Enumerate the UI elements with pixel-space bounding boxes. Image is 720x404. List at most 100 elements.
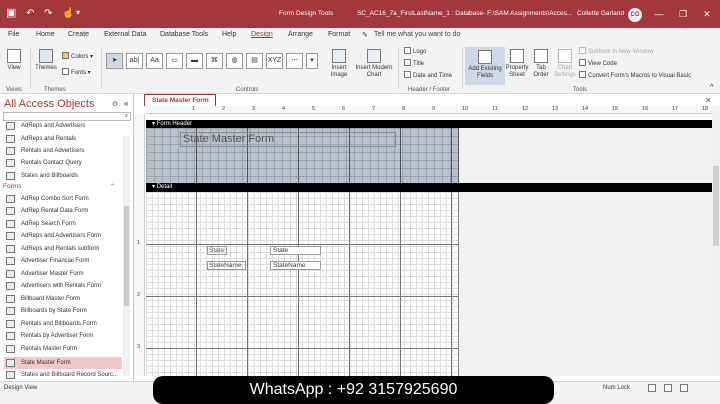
state-textbox[interactable]: State [270, 246, 321, 255]
navigation-control-icon[interactable]: ▤ [246, 53, 263, 69]
statename-textbox[interactable]: StateName [270, 261, 321, 270]
list-item[interactable]: Advertisers with Rentals Form [4, 280, 122, 292]
hyperlink-control-icon[interactable]: ⌘ [206, 53, 223, 69]
list-item[interactable]: Advertiser Financial Form [4, 255, 122, 267]
list-item[interactable]: AdReps and Rentals [4, 133, 122, 145]
tab-external-data[interactable]: External Data [104, 31, 146, 38]
list-item[interactable]: AdReps and Rentals subform [4, 243, 122, 255]
fields-icon [478, 50, 492, 64]
query-icon [6, 122, 15, 130]
nav-title[interactable]: All Access Objects [4, 98, 94, 110]
horizontal-ruler[interactable]: 1 2 3 4 5 6 7 8 9 10 11 12 13 14 15 16 17 18 [146, 106, 716, 114]
select-pointer-icon[interactable]: ➤ [106, 53, 123, 69]
button-control-icon[interactable]: ▭ [166, 53, 183, 69]
date-time-button[interactable]: Date and Time [404, 71, 452, 80]
list-item[interactable]: AdReps and Advertisers [4, 120, 122, 132]
tab-help[interactable]: Help [222, 31, 236, 38]
list-item[interactable]: AdRep Rental Data Form [4, 205, 122, 217]
insert-image-button[interactable]: Insert Image [326, 49, 352, 79]
tab-order-button[interactable]: Tab Order [530, 49, 552, 79]
tab-arrange[interactable]: Arrange [288, 31, 313, 38]
nav-scrollbar[interactable] [123, 136, 130, 376]
list-item[interactable]: Rentals by Advertiser Form [4, 330, 122, 342]
collapse-group-icon[interactable]: ⌃ [110, 183, 115, 190]
page-break-control-icon[interactable]: ⋯ [286, 53, 303, 69]
chart-settings-button[interactable]: Chart Settings [553, 49, 577, 79]
tab-format[interactable]: Format [328, 31, 350, 38]
touch-mode-icon[interactable]: ☝ [62, 8, 74, 19]
vertical-scrollbar[interactable] [712, 106, 720, 376]
property-sheet-button[interactable]: Property Sheet [505, 49, 529, 79]
save-icon[interactable]: ▣ [6, 6, 16, 19]
tab-database-tools[interactable]: Database Tools [160, 31, 208, 38]
form-header-bar[interactable]: ▾ Form Header [146, 120, 712, 128]
vertical-scroll-thumb[interactable] [713, 166, 719, 246]
fonts-button[interactable]: Fonts ▾ [62, 68, 91, 77]
nav-scroll-thumb[interactable] [124, 206, 129, 306]
design-background [459, 128, 712, 376]
option-group-control-icon[interactable]: XYZ [266, 53, 283, 69]
document-tab[interactable]: State Master Form [144, 94, 216, 106]
list-item[interactable]: Rentals Master Form [4, 343, 122, 355]
tab-create[interactable]: Create [68, 31, 89, 38]
tell-me-search[interactable]: Tell me what you want to do [374, 31, 460, 38]
close-icon[interactable]: ✕ [700, 7, 714, 21]
design-view-icon[interactable] [680, 384, 688, 392]
tab-home[interactable]: Home [36, 31, 55, 38]
label-control-icon[interactable]: ab| [126, 53, 143, 69]
list-item[interactable]: Rentals and Advertisers [4, 145, 122, 157]
list-item-selected[interactable]: State Master Form [4, 357, 122, 369]
redo-icon[interactable]: ↷ [44, 8, 52, 19]
list-item[interactable]: AdRep Combo Sort Form [4, 193, 122, 205]
list-item[interactable]: Advertiser Master Form [4, 268, 122, 280]
controls-gallery-more-icon[interactable]: ▾ [306, 53, 318, 69]
header-footer-group-label: Header / Footer [408, 87, 451, 93]
view-code-button[interactable]: View Code [579, 59, 617, 68]
form-icon [6, 195, 15, 203]
view-button[interactable]: View [4, 49, 24, 72]
colors-button[interactable]: Colors ▾ [62, 52, 93, 61]
subform-new-window-button[interactable]: Subform in New Window [579, 47, 654, 56]
list-item[interactable]: AdReps and Advertisers Form [4, 230, 122, 242]
user-name[interactable]: Collette Garland [577, 10, 624, 17]
shutter-bar-icon[interactable]: « [124, 99, 128, 108]
state-label[interactable]: State [207, 246, 227, 255]
title-button[interactable]: Title [404, 59, 424, 68]
list-item[interactable]: Billboard Master Form [4, 293, 122, 305]
web-browser-control-icon[interactable]: ◍ [226, 53, 243, 69]
detail-bar[interactable]: ▾ Detail [146, 183, 712, 192]
logo-button[interactable]: Logo [404, 47, 426, 56]
list-item[interactable]: Rentals Contact Query [4, 157, 122, 169]
collapse-ribbon-icon[interactable]: ^ [710, 84, 713, 91]
form-title-label[interactable]: State Master Form [180, 132, 396, 147]
layout-view-icon[interactable] [664, 384, 672, 392]
list-item[interactable]: Billboards by State Form [4, 305, 122, 317]
tab-design[interactable]: Design [251, 31, 273, 38]
tab-control-icon[interactable]: ▬ [186, 53, 203, 69]
avatar[interactable]: CG [628, 8, 642, 22]
form-view-icon[interactable] [648, 384, 656, 392]
close-document-icon[interactable]: ✕ [705, 96, 712, 105]
vertical-ruler[interactable]: 1 2 3 [134, 114, 145, 376]
list-item[interactable]: States and Billboards [4, 170, 122, 182]
forms-group-header[interactable]: Forms [3, 183, 21, 190]
list-item[interactable]: AdRep Search Form [4, 218, 122, 230]
tab-file[interactable]: File [8, 31, 19, 38]
list-item[interactable]: Rentals and Billboards Form [4, 318, 122, 330]
list-item[interactable]: States and Billboard Record Sourc... [4, 369, 122, 381]
themes-button[interactable]: Themes [33, 49, 59, 72]
undo-icon[interactable]: ↶ [26, 8, 34, 19]
query-icon [6, 147, 15, 155]
minimize-icon[interactable]: — [652, 7, 666, 21]
statename-label[interactable]: StateName [207, 261, 246, 270]
textbox-control-icon[interactable]: Aa [146, 53, 163, 69]
title-icon [404, 59, 411, 66]
query-icon [6, 135, 15, 143]
convert-macros-button[interactable]: Convert Form's Macros to Visual Basic [579, 71, 691, 80]
add-existing-fields-button[interactable]: Add Existing Fields [465, 47, 505, 85]
insert-modern-chart-button[interactable]: Insert Modern Chart [352, 49, 396, 79]
customize-quick-access-icon[interactable]: ▾ [76, 8, 80, 17]
nav-dropdown-icon[interactable]: ⊙ [112, 100, 118, 108]
restore-icon[interactable]: ❐ [676, 7, 690, 21]
detail-section[interactable] [146, 192, 459, 376]
